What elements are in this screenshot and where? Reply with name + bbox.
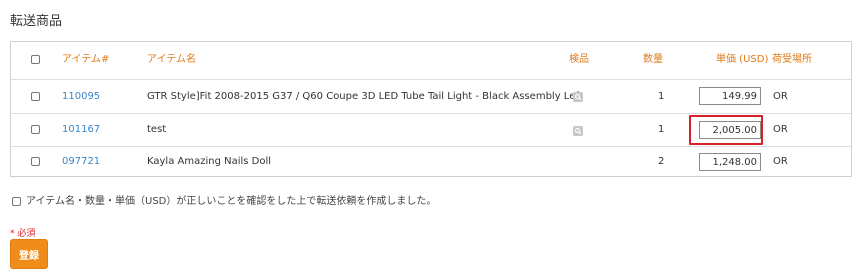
header-receiving: 荷受場所 bbox=[772, 54, 812, 65]
table-row: 110095 GTR Style]Fit 2008-2015 G37 / Q60… bbox=[11, 79, 851, 113]
confirm-label: アイテム名・数量・単価（USD）が正しいことを確認をした上で転送依頼を作成しまし… bbox=[26, 196, 437, 207]
row-checkbox[interactable] bbox=[31, 125, 40, 134]
quantity-value: 1 bbox=[658, 124, 665, 135]
required-note: * 必須 bbox=[10, 229, 36, 239]
table-header-row: アイテム# アイテム名 検品 数量 単価 (USD) 荷受場所 bbox=[11, 42, 851, 79]
header-quantity: 数量 bbox=[643, 54, 663, 65]
item-number-link[interactable]: 101167 bbox=[62, 123, 100, 137]
row-checkbox[interactable] bbox=[31, 157, 40, 166]
header-item-no: アイテム# bbox=[62, 54, 110, 65]
receiving-location: OR bbox=[773, 124, 788, 135]
item-name: GTR Style]Fit 2008-2015 G37 / Q60 Coupe … bbox=[147, 91, 583, 102]
highlight-annotation-box bbox=[689, 115, 763, 145]
select-all-checkbox[interactable] bbox=[31, 55, 40, 64]
submit-button[interactable]: 登録 bbox=[10, 239, 48, 269]
item-name: Kayla Amazing Nails Doll bbox=[147, 156, 272, 167]
inspect-icon[interactable] bbox=[573, 92, 583, 102]
quantity-value: 2 bbox=[658, 156, 665, 167]
header-unit-price: 単価 (USD) bbox=[716, 54, 769, 65]
header-inspection: 検品 bbox=[569, 54, 589, 65]
item-number-link[interactable]: 097721 bbox=[62, 155, 100, 169]
transfer-items-table: アイテム# アイテム名 検品 数量 単価 (USD) 荷受場所 110095 G… bbox=[10, 41, 852, 177]
header-item-name: アイテム名 bbox=[147, 54, 196, 65]
confirm-checkbox[interactable] bbox=[12, 197, 21, 206]
table-row: 097721 Kayla Amazing Nails Doll 2 OR bbox=[11, 146, 851, 176]
item-number-link[interactable]: 110095 bbox=[62, 90, 100, 104]
row-checkbox[interactable] bbox=[31, 92, 40, 101]
unit-price-input[interactable] bbox=[699, 87, 761, 105]
quantity-value: 1 bbox=[658, 91, 665, 102]
inspect-icon[interactable] bbox=[573, 126, 583, 136]
unit-price-input[interactable] bbox=[699, 153, 761, 171]
receiving-location: OR bbox=[773, 156, 788, 167]
section-title: 転送商品 bbox=[10, 14, 63, 29]
item-name: test bbox=[147, 124, 167, 135]
receiving-location: OR bbox=[773, 91, 788, 102]
